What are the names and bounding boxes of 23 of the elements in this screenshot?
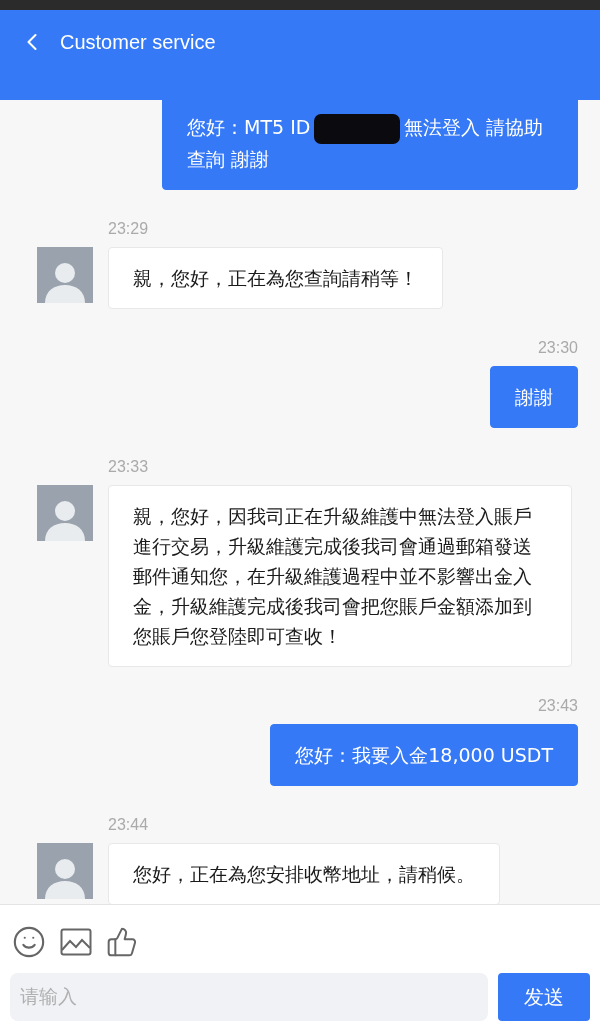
header-title: Customer service: [60, 30, 216, 55]
agent-avatar: [37, 246, 93, 303]
message-bubble: 親，您好，正在為您查詢請稍等！: [108, 246, 443, 309]
send-button[interactable]: 发送: [498, 973, 590, 1021]
message-input[interactable]: 请输入: [10, 973, 488, 1021]
message-bubble: 謝謝: [490, 365, 578, 428]
agent-avatar: [37, 484, 93, 541]
picture-icon: [60, 928, 92, 956]
like-button[interactable]: [106, 926, 138, 958]
thumbs-up-icon: [106, 926, 138, 958]
image-button[interactable]: [60, 928, 92, 956]
agent-avatar: [37, 842, 93, 899]
message-time: 23:29: [108, 218, 149, 239]
message-bubble: 您好：MT5 ID 無法登入 請協助查詢 謝謝: [162, 100, 578, 190]
smiley-icon: [12, 925, 46, 959]
message-time: 23:44: [108, 814, 149, 835]
emoji-button[interactable]: [12, 925, 46, 959]
message-bubble: 親，您好，因我司正在升級維護中無法登入賬戶進行交易，升級維護完成後我司會通過郵箱發送郵件通知您，在升級維護過程中並不影響出金入金，升級維護完成後我司會把您賬戶金額添加到您賬戶您登陸即可查收！: [108, 484, 572, 667]
message-time: 23:33: [108, 456, 149, 477]
message-bubble: 您好：我要入金18,000 USDT: [270, 723, 578, 786]
message-time: 23:30: [537, 337, 578, 358]
message-time: 23:43: [537, 695, 578, 716]
message-bubble: 您好，正在為您安排收幣地址，請稍候。: [108, 842, 500, 904]
